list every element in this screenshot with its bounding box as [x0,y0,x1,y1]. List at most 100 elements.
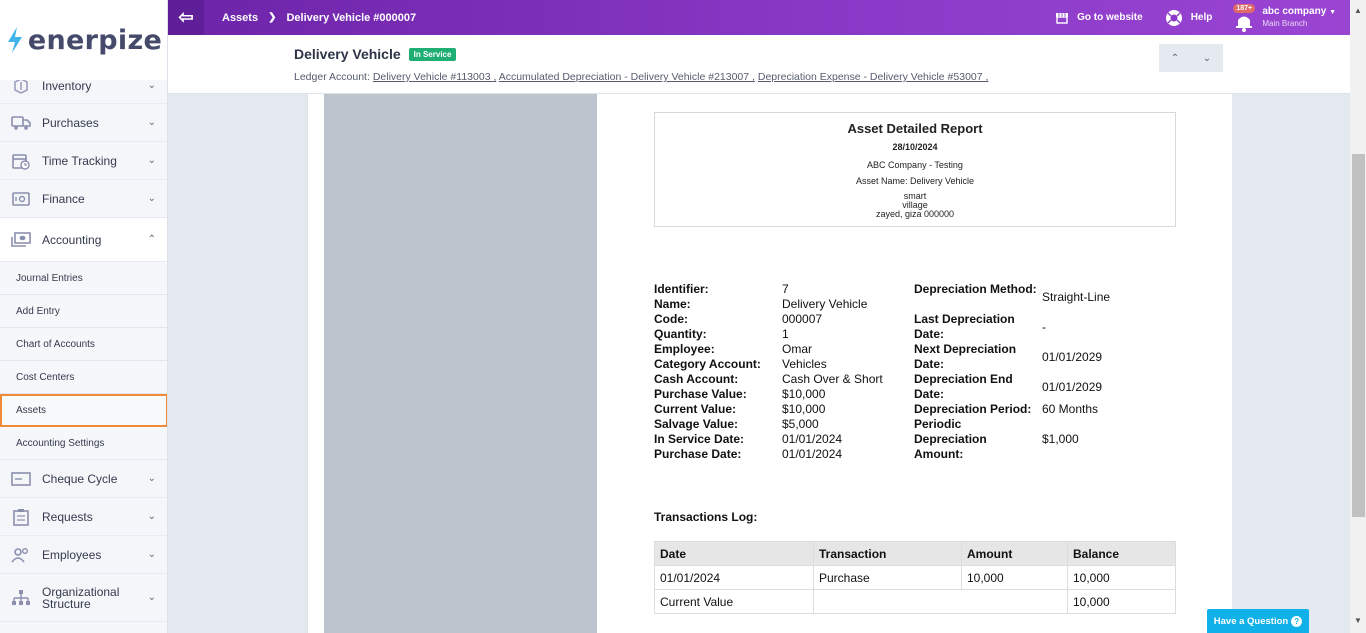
chevron-up-icon: ⌃ [147,234,156,245]
clipboard-icon [10,508,32,526]
detail-row: Identifier: 7 [654,282,914,297]
detail-value: 01/01/2029 [1042,379,1103,394]
details-right-column: Depreciation Method: Straight-Line Last D… [914,282,1174,462]
logo[interactable]: enerpize [0,0,167,80]
submenu-add-entry[interactable]: Add Entry [0,295,167,328]
detail-value: 000007 [782,312,823,326]
table-row: Current Value 10,000 [654,589,1176,614]
detail-label: Employee: [654,342,715,356]
detail-row: Current Value: $10,000 [654,402,914,417]
company-switcher[interactable]: abc company ▼ Main Branch [1262,6,1336,29]
detail-label: Depreciation End Date: [914,372,1013,401]
report-address: smart village zayed, giza 000000 [655,192,1175,219]
detail-label: Depreciation Method: [914,282,1037,296]
details-left-column: Identifier: 7 Name: Delivery Vehicle Code:… [654,282,914,462]
column-header-amount: Amount [961,541,1068,566]
company-name: abc company [1262,6,1327,17]
ledger-label: Ledger Account: [294,71,370,83]
detail-value: $10,000 [782,387,826,401]
submenu-accounting-settings[interactable]: Accounting Settings [0,427,167,460]
column-header-date: Date [654,541,814,566]
cell-transaction [813,589,1068,614]
detail-row: Cash Account: Cash Over & Short [654,372,914,387]
sidebar-item-label: Accounting [42,232,102,247]
detail-value: - [1042,319,1046,334]
sidebar-item-time-tracking[interactable]: Time Tracking ⌄ [0,142,167,180]
have-a-question-label: Have a Question [1213,615,1289,627]
go-to-website-link[interactable]: Go to website [1055,12,1143,24]
chevron-down-icon: ⌄ [147,80,156,91]
sidebar-item-label: Inventory [42,78,92,93]
sidebar-item-organizational-structure[interactable]: Organizational Structure ⌄ [0,574,167,622]
detail-row: Salvage Value: $5,000 [654,417,914,432]
sidebar-item-requests[interactable]: Requests ⌄ [0,498,167,536]
detail-value: $1,000 [1042,432,1079,446]
sidebar-item-finance[interactable]: Finance ⌄ [0,180,167,218]
ledger-link-asset[interactable]: Delivery Vehicle #113003 , [373,71,497,83]
sidebar-item-accounting[interactable]: Accounting ⌃ [0,218,167,262]
report-asset-name: Asset Name: Delivery Vehicle [855,176,975,186]
scrollbar-thumb[interactable] [1352,154,1365,517]
sidebar: Inventory ⌄ Purchases ⌄ Time Tracking ⌄ … [0,0,168,633]
branch-name: Main Branch [1262,19,1308,28]
column-header-balance: Balance [1067,541,1176,566]
app: Inventory ⌄ Purchases ⌄ Time Tracking ⌄ … [0,0,1366,633]
page-scrollbar[interactable]: ▲ ▼ [1350,0,1366,633]
sidebar-item-purchases[interactable]: Purchases ⌄ [0,104,167,142]
chevron-down-icon: ⌄ [147,511,156,522]
sidebar-item-employees[interactable]: Employees ⌄ [0,536,167,574]
page-title: Delivery Vehicle [294,46,401,62]
submenu-cost-centers[interactable]: Cost Centers [0,361,167,394]
detail-row: Last Depreciation Date: - [914,312,1174,342]
question-icon: ? [1291,615,1303,627]
scroll-down-arrow-icon[interactable]: ▼ [1354,616,1362,625]
detail-row: Purchase Date: 01/01/2024 [654,447,914,462]
chevron-down-icon: ⌄ [147,549,156,560]
detail-value: 1 [782,327,789,341]
right-gutter [1223,94,1350,633]
chevron-down-icon: ⌄ [147,193,156,204]
detail-label: Purchase Value: [654,387,747,401]
detail-value: Delivery Vehicle [782,297,868,311]
detail-value: $5,000 [782,417,819,431]
bell-icon [1236,16,1253,32]
next-record-button[interactable]: ⌄ [1203,53,1211,64]
ledger-link-accumulated-depreciation[interactable]: Accumulated Depreciation - Delivery Vehi… [499,71,755,83]
scroll-up-arrow-icon[interactable]: ▲ [1354,6,1362,15]
detail-value: Vehicles [782,357,827,371]
cell-balance: 10,000 [1067,589,1176,614]
breadcrumb-assets[interactable]: Assets [222,12,258,24]
ledger-link-depreciation-expense[interactable]: Depreciation Expense - Delivery Vehicle … [758,71,989,83]
main-content: Asset Detailed Report 28/10/2024 ABC Com… [168,94,1350,633]
help-link[interactable]: Help [1165,9,1212,27]
accounting-submenu: Journal Entries Add Entry Chart of Accou… [0,262,167,460]
breadcrumb: Assets ❯ Delivery Vehicle #000007 [222,12,416,24]
submenu-journal-entries[interactable]: Journal Entries [0,262,167,295]
notification-badge: 187+ [1233,3,1256,13]
transactions-table: Date Transaction Amount Balance 01/01/20… [654,541,1176,614]
detail-row: Name: Delivery Vehicle [654,297,914,312]
detail-value: $10,000 [782,402,826,416]
previous-record-button[interactable]: ⌃ [1171,53,1179,64]
topbar-actions: Go to website Help 187+ abc company ▼ Ma… [1033,3,1336,32]
sidebar-item-label: Purchases [42,115,99,130]
detail-row: Periodic Depreciation Amount: $1,000 [914,417,1174,462]
report-viewer[interactable]: Asset Detailed Report 28/10/2024 ABC Com… [324,94,1232,633]
sidebar-item-label: Time Tracking [42,153,117,168]
sidebar-item-label: Organizational Structure [42,584,120,611]
transactions-log-title: Transactions Log: [654,510,758,524]
page-header: Delivery Vehicle In Service Ledger Accou… [168,35,1350,94]
column-header-transaction: Transaction [813,541,962,566]
table-row: 01/01/2024 Purchase 10,000 10,000 [654,565,1176,590]
sidebar-item-cheque-cycle[interactable]: Cheque Cycle ⌄ [0,460,167,498]
logo-text: enerpize [27,24,163,56]
have-a-question-button[interactable]: Have a Question ? [1207,609,1309,633]
submenu-assets[interactable]: Assets [0,394,167,427]
sidebar-toggle-button[interactable]: ⇦ [168,0,204,35]
chevron-down-icon: ⌄ [147,117,156,128]
detail-row: Code: 000007 [654,312,914,327]
truck-icon [10,114,32,132]
notifications-button[interactable]: 187+ [1233,3,1256,32]
submenu-chart-of-accounts[interactable]: Chart of Accounts [0,328,167,361]
detail-value: Straight-Line [1042,289,1111,304]
